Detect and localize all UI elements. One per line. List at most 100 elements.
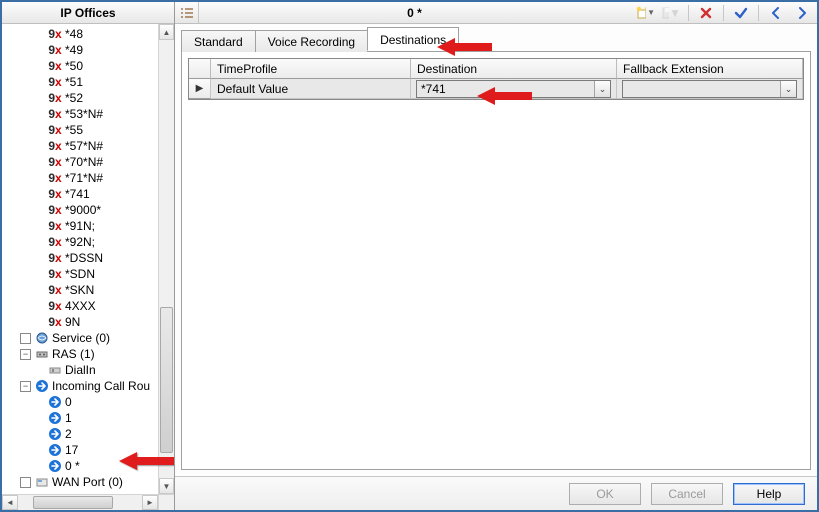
tree-item[interactable]: 9x*52 — [2, 90, 158, 106]
tree-vscrollbar[interactable]: ▲ ▼ — [158, 24, 174, 494]
shortcode-icon: 9x — [48, 27, 62, 41]
expander-icon[interactable]: − — [20, 381, 31, 392]
tree-item-label: *91N; — [65, 218, 95, 234]
scroll-right-button[interactable]: ► — [142, 495, 158, 510]
tree-item[interactable]: 9x*70*N# — [2, 154, 158, 170]
shortcode-icon: 9x — [48, 91, 62, 105]
tree-item[interactable]: 9x*48 — [2, 26, 158, 42]
tree-item[interactable]: 0 * — [2, 458, 158, 474]
cancel-button[interactable]: Cancel — [651, 483, 723, 505]
tree-item[interactable]: 9x*57*N# — [2, 138, 158, 154]
tree-item[interactable]: 9x*91N; — [2, 218, 158, 234]
toolbar-separator — [723, 5, 724, 21]
tree[interactable]: 9x*489x*499x*509x*519x*529x*53*N#9x*559x… — [2, 24, 158, 494]
tree-item[interactable]: 9x4XXX — [2, 298, 158, 314]
grid-header-timeprofile[interactable]: TimeProfile — [211, 59, 411, 79]
tab-content: TimeProfile Destination Fallback Extensi… — [181, 52, 811, 470]
tree-item[interactable]: 9x*741 — [2, 186, 158, 202]
tree-item-label: *70*N# — [65, 154, 103, 170]
tree-item[interactable]: 9x*55 — [2, 122, 158, 138]
grid-row[interactable]: ▶ Default Value *741 ⌄ ⌄ — [189, 79, 803, 99]
expander-icon[interactable]: − — [20, 349, 31, 360]
new-dropdown-button[interactable]: ▼ — [634, 4, 656, 22]
call-icon — [48, 427, 62, 441]
scroll-down-button[interactable]: ▼ — [159, 478, 174, 494]
tab-destinations[interactable]: Destinations — [367, 27, 459, 51]
scroll-corner — [158, 494, 174, 510]
tree-item[interactable]: 9x*DSSN — [2, 250, 158, 266]
shortcode-icon: 9x — [48, 123, 62, 137]
prev-button[interactable] — [765, 4, 787, 22]
chevron-down-icon: ▼ — [669, 6, 681, 20]
tree-item[interactable]: −Incoming Call Rou — [2, 378, 158, 394]
shortcode-icon: 9x — [48, 171, 62, 185]
cell-fallback[interactable]: ⌄ — [617, 79, 803, 99]
shortcode-icon: 9x — [48, 43, 62, 57]
expander-icon[interactable] — [20, 477, 31, 488]
tree-item[interactable]: DialIn — [2, 362, 158, 378]
tree-hscrollbar[interactable]: ◄ ► — [2, 494, 158, 510]
tree-item[interactable]: Service (0) — [2, 330, 158, 346]
page-title: 0 * — [199, 2, 630, 23]
tree-item[interactable]: 17 — [2, 442, 158, 458]
fallback-combo[interactable]: ⌄ — [622, 80, 797, 98]
grid-header-rowselector — [189, 59, 211, 79]
tree-item[interactable]: 2 — [2, 426, 158, 442]
grid-header: TimeProfile Destination Fallback Extensi… — [189, 59, 803, 79]
scroll-up-button[interactable]: ▲ — [159, 24, 174, 40]
scroll-left-button[interactable]: ◄ — [2, 495, 18, 510]
tree-vscroll-thumb[interactable] — [160, 307, 173, 453]
shortcode-icon: 9x — [48, 283, 62, 297]
tree-item-label: *SDN — [65, 266, 95, 282]
row-indicator-icon: ▶ — [189, 79, 211, 99]
dialin-icon — [48, 363, 62, 377]
chevron-right-icon — [797, 7, 807, 19]
call-icon — [48, 411, 62, 425]
tree-hscroll-thumb[interactable] — [33, 496, 113, 509]
expander-icon[interactable] — [20, 333, 31, 344]
tree-item[interactable]: 9x*SKN — [2, 282, 158, 298]
tree-item-label: WAN Port (0) — [52, 474, 123, 490]
destination-combo[interactable]: *741 ⌄ — [416, 80, 611, 98]
cell-destination[interactable]: *741 ⌄ — [411, 79, 617, 99]
tree-item[interactable]: −RAS (1) — [2, 346, 158, 362]
tree-item[interactable]: 9x*92N; — [2, 234, 158, 250]
save-disk-button[interactable]: ▼ — [660, 4, 682, 22]
tree-item[interactable]: 9x*51 — [2, 74, 158, 90]
chevron-down-icon[interactable]: ⌄ — [594, 81, 610, 97]
cell-timeprofile[interactable]: Default Value — [211, 79, 411, 99]
tab-standard[interactable]: Standard — [181, 30, 256, 52]
delete-button[interactable] — [695, 4, 717, 22]
help-button[interactable]: Help — [733, 483, 805, 505]
tree-item[interactable]: 9x*71*N# — [2, 170, 158, 186]
shortcode-icon: 9x — [48, 75, 62, 89]
next-button[interactable] — [791, 4, 813, 22]
grid-header-fallback[interactable]: Fallback Extension — [617, 59, 803, 79]
check-icon — [734, 6, 748, 20]
tree-item[interactable]: WAN Port (0) — [2, 474, 158, 490]
shortcode-icon: 9x — [48, 107, 62, 121]
tree-item[interactable]: 9x*53*N# — [2, 106, 158, 122]
tree-item[interactable]: 9x*49 — [2, 42, 158, 58]
toolbar-separator — [758, 5, 759, 21]
tree-item-label: *DSSN — [65, 250, 103, 266]
destinations-grid: TimeProfile Destination Fallback Extensi… — [188, 58, 804, 100]
tree-item-label: 0 * — [65, 458, 80, 474]
tree-item[interactable]: 9x9N — [2, 314, 158, 330]
confirm-button[interactable] — [730, 4, 752, 22]
tree-item[interactable]: 9x*SDN — [2, 266, 158, 282]
grid-header-destination[interactable]: Destination — [411, 59, 617, 79]
tab-voice-recording[interactable]: Voice Recording — [255, 30, 368, 52]
tree-item[interactable]: 0 — [2, 394, 158, 410]
tree-item[interactable]: 9x*50 — [2, 58, 158, 74]
delete-x-icon — [699, 6, 713, 20]
tree-item[interactable]: 9x*9000* — [2, 202, 158, 218]
chevron-down-icon[interactable]: ⌄ — [780, 81, 796, 97]
tree-item-label: *9000* — [65, 202, 101, 218]
list-icon[interactable] — [175, 2, 199, 23]
tree-item-label: 17 — [65, 442, 78, 458]
toolbar-separator — [688, 5, 689, 21]
tree-item[interactable]: 1 — [2, 410, 158, 426]
ok-button[interactable]: OK — [569, 483, 641, 505]
shortcode-icon: 9x — [48, 315, 62, 329]
